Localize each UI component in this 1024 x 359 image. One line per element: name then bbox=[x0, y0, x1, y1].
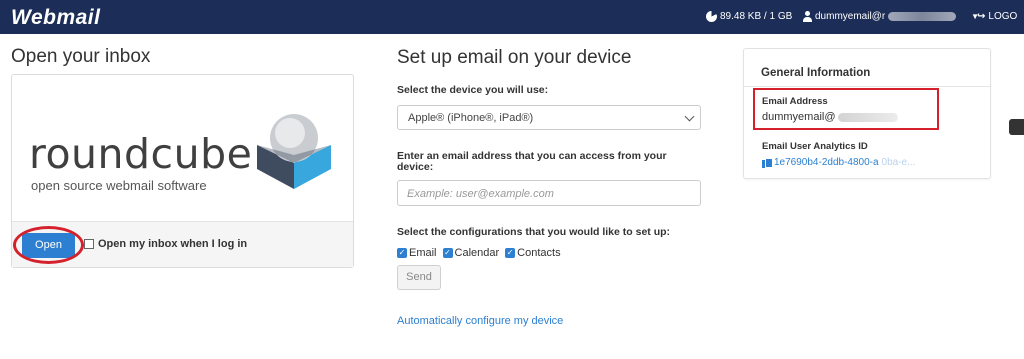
device-select-value: Apple® (iPhone®, iPad®) bbox=[408, 112, 534, 124]
device-label: Select the device you will use: bbox=[397, 84, 549, 96]
device-select[interactable]: Apple® (iPhone®, iPad®) bbox=[397, 105, 701, 130]
analytics-id-heading: Email User Analytics ID bbox=[762, 141, 868, 152]
setup-heading: Set up email on your device bbox=[397, 47, 632, 68]
config-contacts[interactable]: ✓ Contacts bbox=[505, 247, 561, 259]
pie-chart-icon bbox=[706, 11, 717, 22]
divider bbox=[744, 86, 990, 87]
config-calendar-label: Calendar bbox=[454, 247, 500, 259]
analytics-id-faded: 0ba-e... bbox=[881, 157, 916, 168]
logout-label: LOGO bbox=[988, 11, 1018, 22]
user-email: dummyemail@r bbox=[815, 11, 886, 22]
general-info-title: General Information bbox=[761, 67, 871, 79]
side-tab[interactable] bbox=[1009, 119, 1024, 135]
open-on-login-checkbox[interactable] bbox=[84, 239, 94, 249]
logout-button[interactable]: ↪ LOGO bbox=[977, 11, 1017, 22]
send-button[interactable]: Send bbox=[397, 265, 441, 290]
chevron-down-icon bbox=[684, 111, 695, 122]
open-inbox-heading: Open your inbox bbox=[11, 46, 151, 67]
roundcube-panel: roundcube open source webmail software O… bbox=[11, 74, 354, 268]
top-bar: Webmail 89.48 KB / 1 GB dummyemail@r ▼ ↪… bbox=[0, 0, 1024, 34]
email-address-input[interactable]: Example: user@example.com bbox=[397, 180, 701, 206]
check-icon[interactable]: ✓ bbox=[505, 248, 516, 258]
quota-text: 89.48 KB / 1 GB bbox=[720, 11, 793, 22]
general-info-panel: General Information Email Address dummye… bbox=[743, 48, 991, 179]
config-email-label: Email bbox=[409, 247, 437, 259]
roundcube-logo: roundcube open source webmail software bbox=[12, 75, 353, 221]
roundcube-cube-icon bbox=[257, 114, 331, 189]
check-icon[interactable]: ✓ bbox=[442, 248, 453, 258]
email-address-label: Enter an email address that you can acce… bbox=[397, 150, 667, 173]
quota-indicator: 89.48 KB / 1 GB bbox=[706, 11, 792, 22]
check-icon[interactable]: ✓ bbox=[397, 248, 407, 258]
webmail-logo[interactable]: Webmail bbox=[11, 6, 100, 30]
roundcube-footer: Open Open my inbox when I log in bbox=[12, 221, 353, 267]
user-menu[interactable]: dummyemail@r ▼ bbox=[802, 11, 979, 22]
auto-configure-link[interactable]: Automatically configure my device bbox=[397, 315, 563, 327]
highlight-circle bbox=[13, 226, 84, 264]
highlight-box bbox=[753, 88, 939, 130]
analytics-id-text: 1e7690b4-2ddb-4800-a bbox=[774, 157, 879, 168]
redacted-blur bbox=[888, 12, 957, 21]
open-on-login-option[interactable]: Open my inbox when I log in bbox=[84, 238, 247, 250]
copy-icon[interactable] bbox=[762, 157, 773, 168]
config-options: ✓ Email ✓ Calendar ✓ Contacts bbox=[397, 247, 561, 259]
config-email[interactable]: ✓ Email bbox=[397, 247, 437, 259]
user-icon bbox=[802, 11, 812, 22]
logout-icon: ↪ bbox=[977, 11, 986, 22]
config-calendar[interactable]: ✓ Calendar bbox=[442, 247, 500, 259]
analytics-id-value[interactable]: 1e7690b4-2ddb-4800-a 0ba-e... bbox=[762, 157, 915, 168]
config-label: Select the configurations that you would… bbox=[397, 226, 671, 238]
open-on-login-label: Open my inbox when I log in bbox=[98, 238, 248, 250]
roundcube-wordmark: roundcube bbox=[29, 130, 253, 178]
roundcube-tagline: open source webmail software bbox=[31, 178, 207, 193]
config-contacts-label: Contacts bbox=[517, 247, 561, 259]
